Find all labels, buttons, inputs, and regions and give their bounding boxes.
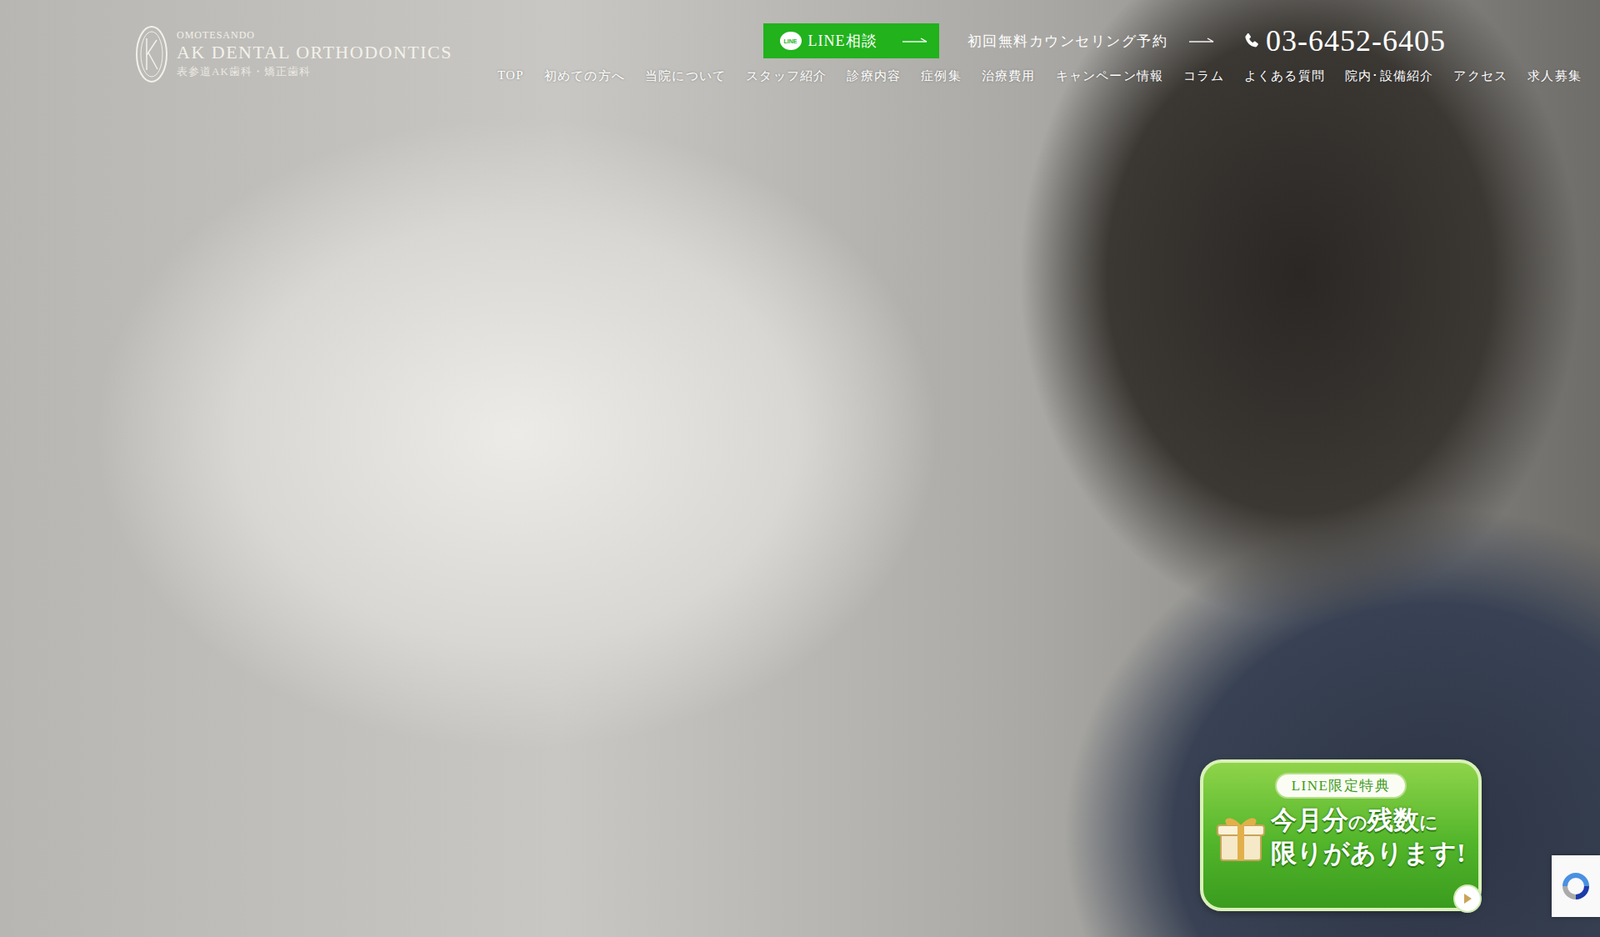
badge-body: 今月分の残数に限りがあります!: [1215, 803, 1465, 871]
hero: OMOTESANDOAK DENTAL ORTHODONTICS表参道AK歯科・…: [0, 0, 1600, 937]
arrow-icon: [1189, 37, 1215, 45]
logo-mark-icon: [133, 23, 170, 85]
line-button[interactable]: LINE LINE相談: [763, 23, 940, 59]
nav-item[interactable]: 求人募集: [1527, 68, 1582, 87]
nav-item[interactable]: 当院について: [645, 68, 726, 87]
badge-text-segment: 限りがあります!: [1270, 838, 1465, 868]
nav-item[interactable]: コラム: [1183, 68, 1225, 87]
arrow-icon: [902, 37, 928, 45]
logo-area: OMOTESANDO: [176, 29, 453, 42]
phone-icon: [1242, 30, 1261, 51]
badge-line: 今月分の残数に: [1270, 803, 1439, 837]
logo[interactable]: OMOTESANDOAK DENTAL ORTHODONTICS表参道AK歯科・…: [133, 23, 453, 85]
recaptcha-badge[interactable]: [1551, 855, 1600, 917]
nav-item[interactable]: 症例集: [920, 68, 962, 87]
reservation-label: 初回無料カウンセリング予約: [967, 31, 1169, 51]
badge-text-segment: 今月分: [1270, 805, 1349, 835]
nav-item[interactable]: アクセス: [1453, 68, 1508, 87]
main-nav: TOP 初めての方へ 当院についてスタッフ紹介診療内容症例集治療費用キャンペーン情報…: [497, 68, 1582, 87]
nav-item[interactable]: キャンペーン情報: [1055, 68, 1165, 87]
nav-item[interactable]: TOP: [497, 68, 525, 87]
badge-text-segment: に: [1419, 811, 1439, 833]
header-top-row: LINE LINE相談 初回無料カウンセリング予約 03-6452-6405: [763, 23, 1446, 59]
site-header: OMOTESANDOAK DENTAL ORTHODONTICS表参道AK歯科・…: [0, 0, 1600, 87]
nav-item[interactable]: 診療内容: [846, 68, 901, 87]
logo-subtitle: 表参道AK歯科・矯正歯科: [176, 64, 453, 80]
header-right: LINE LINE相談 初回無料カウンセリング予約 03-6452-6405 TOP 初め…: [497, 23, 1582, 87]
play-button[interactable]: [1453, 884, 1482, 913]
line-promo-badge[interactable]: LINE限定特典今月分の残数に限りがあります!: [1200, 759, 1482, 911]
badge-text-segment: 残数: [1367, 805, 1420, 835]
badge-line: 限りがあります!: [1270, 836, 1465, 870]
logo-name: AK DENTAL ORTHODONTICS: [176, 42, 453, 63]
badge-tag: LINE限定特典: [1275, 772, 1408, 799]
phone-link[interactable]: 03-6452-6405: [1242, 23, 1446, 59]
reservation-link[interactable]: 初回無料カウンセリング予約: [967, 31, 1215, 51]
badge-text-segment: の: [1348, 811, 1368, 833]
play-icon: [1461, 892, 1474, 905]
logo-text: OMOTESANDOAK DENTAL ORTHODONTICS表参道AK歯科・…: [176, 29, 453, 79]
nav-item[interactable]: 初めての方へ: [544, 68, 625, 87]
nav-item[interactable]: 治療費用: [981, 68, 1036, 87]
nav-item[interactable]: 院内･設備紹介: [1345, 68, 1434, 87]
line-icon: LINE: [780, 31, 802, 50]
line-label: LINE相談: [808, 30, 878, 51]
badge-text: 今月分の残数に限りがあります!: [1270, 803, 1465, 871]
gift-icon: [1215, 810, 1266, 864]
nav-item[interactable]: スタッフ紹介: [745, 68, 827, 87]
phone-number: 03-6452-6405: [1265, 23, 1446, 59]
recaptcha-icon: [1559, 869, 1593, 903]
nav-item[interactable]: よくある質問: [1244, 68, 1325, 87]
